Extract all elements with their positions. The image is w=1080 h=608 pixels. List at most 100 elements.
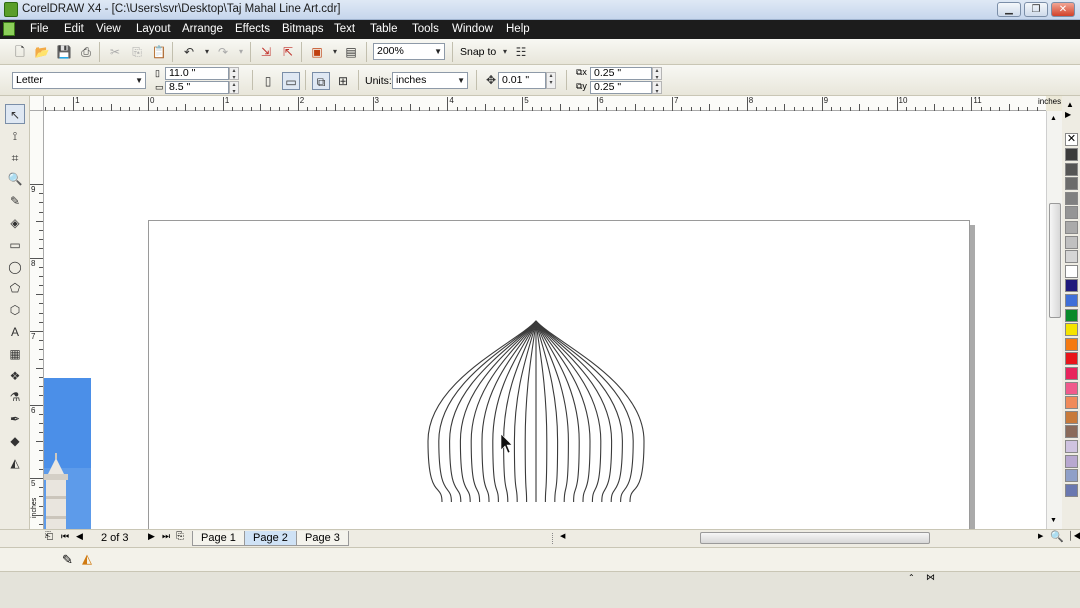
menu-edit[interactable]: Edit [64, 23, 84, 35]
first-page-icon[interactable]: ⏮ [61, 531, 69, 542]
zoom-tool[interactable]: 🔍 [5, 169, 25, 189]
color-swatch[interactable] [1065, 381, 1078, 395]
color-swatch[interactable] [1065, 148, 1078, 161]
color-swatch[interactable] [1065, 410, 1078, 424]
color-swatch[interactable] [1065, 162, 1078, 176]
dome-curve[interactable] [503, 320, 537, 503]
smart-fill-tool[interactable]: ◈ [5, 213, 25, 233]
open-icon[interactable]: 📂 [33, 43, 51, 61]
page-height-input[interactable]: 8.5 " [165, 81, 229, 94]
dome-curve[interactable] [481, 320, 537, 503]
dome-curve[interactable] [427, 320, 537, 503]
palette-scroll-up-icon[interactable]: ▲ [1066, 100, 1074, 109]
menu-table[interactable]: Table [370, 23, 398, 35]
status-expand-icon[interactable]: ⌃ [908, 573, 915, 582]
eyedropper-icon[interactable]: ✎ [62, 552, 73, 568]
redo-icon[interactable]: ↷ [214, 43, 232, 61]
save-icon[interactable]: 💾 [55, 43, 73, 61]
nudge-distance-input[interactable]: 0.01 " [498, 72, 546, 89]
paste-icon[interactable]: 📋 [150, 43, 168, 61]
duplicate-y-spinner[interactable]: ▴ ▾ [652, 81, 662, 95]
menu-file[interactable]: File [30, 23, 49, 35]
color-swatch[interactable] [1065, 191, 1078, 205]
color-swatch[interactable] [1065, 483, 1078, 497]
scroll-down-icon[interactable]: ▼ [1050, 517, 1057, 524]
tab-page-1[interactable]: Page 1 [192, 531, 245, 546]
ruler-origin[interactable] [30, 96, 44, 111]
menu-help[interactable]: Help [506, 23, 530, 35]
new-document-icon[interactable]: 🗋 [11, 43, 29, 61]
duplicate-distance-y-input[interactable]: 0.25 " [590, 81, 652, 94]
zoom-level-select[interactable]: 200% ▼ [373, 43, 445, 60]
minimize-button[interactable]: ▁ [997, 2, 1021, 17]
copy-icon[interactable]: ⎘ [128, 43, 146, 61]
color-swatch[interactable] [1065, 250, 1078, 264]
welcome-screen-icon[interactable]: ▤ [342, 43, 360, 61]
menu-window[interactable]: Window [452, 23, 493, 35]
menu-bitmaps[interactable]: Bitmaps [282, 23, 324, 35]
application-launcher-icon[interactable]: ▣ [308, 43, 326, 61]
nudge-spinner[interactable]: ▴ ▾ [546, 72, 556, 89]
all-pages-icon[interactable]: ⧉ [312, 72, 330, 90]
color-swatch[interactable] [1065, 469, 1078, 483]
zoom-navigator-icon[interactable]: 🔍 [1050, 530, 1064, 543]
close-button[interactable]: ✕ [1051, 2, 1075, 17]
previous-page-icon[interactable]: ◀ [76, 531, 83, 542]
menu-arrange[interactable]: Arrange [182, 23, 223, 35]
horizontal-ruler[interactable]: 1 0 1 2 3 4 5 6 7 8 9 10 11 [44, 96, 1046, 111]
color-swatch[interactable] [1065, 396, 1078, 410]
undo-icon[interactable]: ↶ [180, 43, 198, 61]
next-page-icon[interactable]: ▶ [148, 531, 155, 542]
color-swatch[interactable] [1065, 235, 1078, 249]
shape-tool[interactable]: ⟟ [5, 126, 25, 146]
menu-layout[interactable]: Layout [136, 23, 171, 35]
units-select[interactable]: inches ▼ [392, 72, 468, 89]
panel-toggle-icon[interactable]: ⏐◀ [1068, 531, 1080, 542]
scroll-left-icon[interactable]: ◀ [560, 532, 565, 540]
no-color-swatch[interactable]: ✕ [1065, 133, 1078, 146]
color-swatch[interactable] [1065, 308, 1078, 322]
fill-tool[interactable]: ◆ [5, 431, 25, 451]
dome-curve[interactable] [535, 320, 569, 503]
color-swatch[interactable] [1065, 367, 1078, 380]
paint-bucket-icon[interactable]: ◭ [82, 551, 92, 567]
basic-shapes-tool[interactable]: ⬡ [5, 300, 25, 320]
color-swatch[interactable] [1065, 177, 1078, 191]
color-swatch[interactable] [1065, 323, 1078, 337]
freehand-tool[interactable]: ✎ [5, 191, 25, 211]
menu-view[interactable]: View [96, 23, 121, 35]
redo-dropdown-icon[interactable]: ▾ [232, 43, 250, 61]
options-icon[interactable]: ☷ [512, 43, 530, 61]
scroll-up-icon[interactable]: ▲ [1050, 115, 1057, 122]
interactive-fill-tool[interactable]: ◭ [5, 453, 25, 473]
paper-type-select[interactable]: Letter ▼ [12, 72, 146, 89]
dome-curve[interactable] [535, 320, 548, 503]
landscape-icon[interactable]: ▭ [282, 72, 300, 90]
tab-page-2[interactable]: Page 2 [244, 531, 297, 546]
scroll-right-icon[interactable]: ▶ [1038, 532, 1043, 540]
color-swatch[interactable] [1065, 294, 1078, 307]
drawing-canvas[interactable] [44, 111, 1046, 529]
color-swatch[interactable] [1065, 337, 1078, 351]
color-swatch[interactable] [1065, 206, 1078, 220]
import-icon[interactable]: ⇲ [257, 43, 275, 61]
color-swatch[interactable] [1065, 425, 1078, 439]
crop-tool[interactable]: ⌗ [5, 148, 25, 168]
vertical-scrollbar[interactable]: ▲ ▼ [1046, 111, 1062, 529]
rectangle-tool[interactable]: ▭ [5, 235, 25, 255]
taj-mahal-photo-thumbnail[interactable] [44, 378, 91, 529]
table-tool[interactable]: ▦ [5, 344, 25, 364]
duplicate-x-spinner[interactable]: ▴ ▾ [652, 67, 662, 81]
color-swatch[interactable] [1065, 264, 1078, 278]
export-icon[interactable]: ⇱ [279, 43, 297, 61]
height-spinner[interactable]: ▴ ▾ [229, 81, 239, 95]
vertical-ruler[interactable]: 9 8 7 6 5 [30, 111, 44, 529]
restore-button[interactable]: ❐ [1024, 2, 1048, 17]
split-handle[interactable] [552, 533, 556, 544]
outline-tool[interactable]: ✒ [5, 409, 25, 429]
polygon-tool[interactable]: ⬠ [5, 278, 25, 298]
portrait-icon[interactable]: ▯ [259, 72, 277, 90]
menu-text[interactable]: Text [334, 23, 355, 35]
width-spinner[interactable]: ▴ ▾ [229, 67, 239, 81]
add-page-after-icon[interactable]: ⎘ [176, 531, 184, 542]
